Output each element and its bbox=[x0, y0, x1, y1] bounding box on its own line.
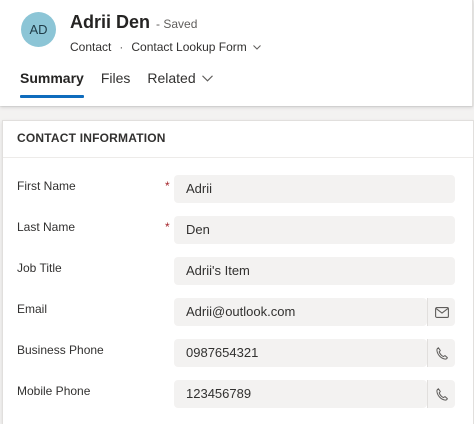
required-marker: * bbox=[165, 179, 170, 193]
job-title-input[interactable]: Adrii's Item bbox=[174, 257, 455, 285]
tab-summary-label: Summary bbox=[20, 70, 84, 86]
phone-icon bbox=[435, 346, 448, 360]
mobile-phone-input[interactable]: 123456789 bbox=[174, 380, 427, 408]
tab-related-label: Related bbox=[147, 70, 196, 86]
record-subtitle: Contact · Contact Lookup Form bbox=[70, 40, 261, 54]
tab-files[interactable]: Files bbox=[101, 70, 131, 98]
email-input[interactable]: Adrii@outlook.com bbox=[174, 298, 427, 326]
send-email-button[interactable] bbox=[427, 298, 455, 326]
required-marker: * bbox=[165, 220, 170, 234]
business-phone-input[interactable]: 0987654321 bbox=[174, 339, 427, 367]
field-row-mobile-phone: Mobile Phone 123456789 bbox=[3, 380, 473, 408]
record-header: AD Adrii Den - Saved Contact · Contact L… bbox=[0, 0, 473, 106]
tab-list: Summary Files Related bbox=[20, 70, 230, 98]
record-title-row: Adrii Den - Saved bbox=[70, 12, 197, 33]
field-row-email: Email Adrii@outlook.com bbox=[3, 298, 473, 326]
field-row-last-name: Last Name * Den bbox=[3, 216, 473, 244]
field-label: First Name bbox=[17, 179, 76, 193]
chevron-down-icon bbox=[201, 74, 213, 82]
field-label: Email bbox=[17, 302, 48, 316]
avatar-initials: AD bbox=[29, 22, 48, 37]
field-label: Job Title bbox=[17, 261, 62, 275]
field-row-first-name: First Name * Adrii bbox=[3, 175, 473, 203]
field-row-job-title: Job Title Adrii's Item bbox=[3, 257, 473, 285]
form-selector[interactable]: Contact Lookup Form bbox=[131, 40, 261, 54]
avatar: AD bbox=[21, 12, 56, 47]
call-mobile-phone-button[interactable] bbox=[427, 380, 455, 408]
call-business-phone-button[interactable] bbox=[427, 339, 455, 367]
save-status: - Saved bbox=[156, 17, 198, 31]
separator: · bbox=[119, 40, 124, 54]
tab-related[interactable]: Related bbox=[147, 70, 213, 98]
field-row-business-phone: Business Phone 0987654321 bbox=[3, 339, 473, 367]
record-name: Adrii Den bbox=[70, 12, 151, 32]
first-name-input[interactable]: Adrii bbox=[174, 175, 455, 203]
mail-icon bbox=[434, 306, 449, 318]
contact-information-section: CONTACT INFORMATION First Name * Adrii L… bbox=[2, 120, 474, 424]
phone-icon bbox=[435, 387, 448, 401]
tab-files-label: Files bbox=[100, 70, 131, 86]
divider bbox=[3, 157, 473, 158]
tab-summary[interactable]: Summary bbox=[20, 70, 84, 98]
chevron-down-icon bbox=[252, 44, 261, 50]
form-name: Contact Lookup Form bbox=[131, 40, 247, 54]
section-title: CONTACT INFORMATION bbox=[17, 131, 166, 145]
entity-name: Contact bbox=[70, 40, 112, 54]
last-name-input[interactable]: Den bbox=[174, 216, 455, 244]
field-label: Last Name bbox=[17, 220, 76, 234]
field-label: Business Phone bbox=[17, 343, 104, 357]
field-label: Mobile Phone bbox=[17, 384, 91, 398]
